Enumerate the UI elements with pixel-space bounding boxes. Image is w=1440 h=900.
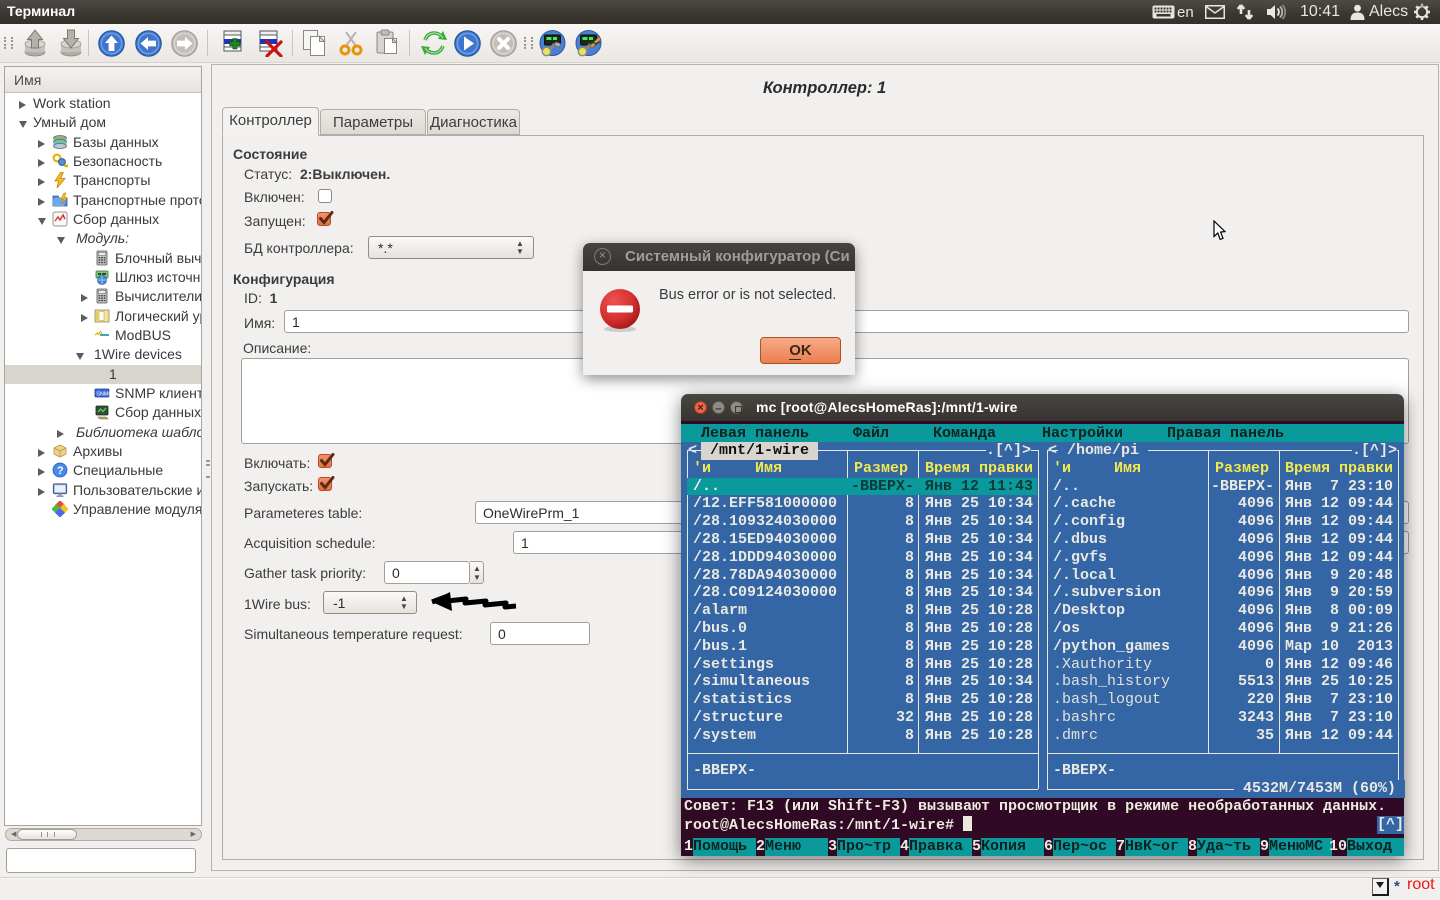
svg-text:?: ? (57, 465, 64, 477)
svg-text:SNMP: SNMP (96, 391, 110, 397)
